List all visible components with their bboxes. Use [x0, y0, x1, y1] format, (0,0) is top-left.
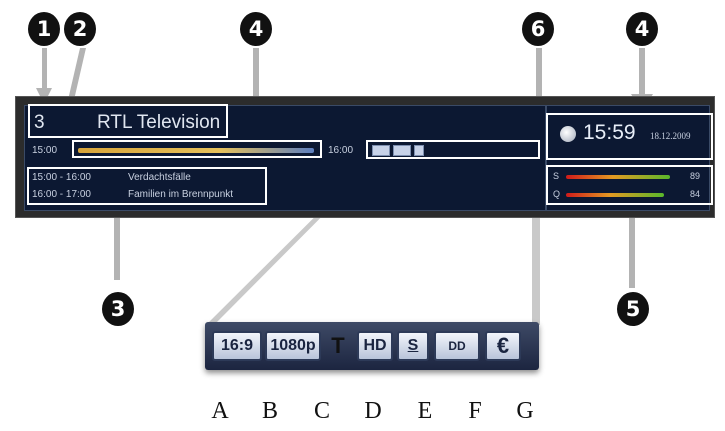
label-letter-c: C	[313, 398, 330, 424]
callout-badge-4-right: 4	[626, 12, 658, 46]
subtitle-icon: S	[397, 331, 429, 361]
teletext-icon: T	[331, 333, 345, 358]
highlight-progress	[72, 140, 322, 158]
callout-badge-4-left: 4	[240, 12, 272, 46]
callout-badge-3: 3	[102, 292, 134, 326]
pay-tv-icon: €	[485, 331, 521, 361]
highlight-epg	[27, 167, 267, 205]
highlight-signal	[546, 165, 713, 205]
label-letter-b: B	[261, 398, 278, 424]
resolution-icon: 1080p	[265, 331, 321, 361]
program-start-time: 15:00	[32, 145, 58, 156]
label-letter-a: A	[211, 398, 229, 424]
dolby-digital-icon: DD	[434, 331, 480, 361]
callout-badge-2: 2	[64, 12, 96, 46]
callout-badge-6: 6	[522, 12, 554, 46]
status-icon-zoom-strip: 16:9 1080p T HD S DD €	[205, 322, 539, 370]
highlight-status-icons	[366, 140, 540, 159]
highlight-clock	[546, 113, 713, 160]
program-end-time: 16:00	[328, 145, 354, 156]
aspect-ratio-icon: 16:9	[212, 331, 262, 361]
callout-badge-5: 5	[617, 292, 649, 326]
label-letter-e: E	[417, 398, 433, 424]
highlight-channel	[28, 104, 228, 138]
label-letter-d: D	[364, 398, 382, 424]
label-letter-g: G	[516, 398, 534, 424]
callout-badge-1: 1	[28, 12, 60, 46]
hd-icon: HD	[357, 331, 393, 361]
label-letter-f: F	[468, 398, 482, 424]
